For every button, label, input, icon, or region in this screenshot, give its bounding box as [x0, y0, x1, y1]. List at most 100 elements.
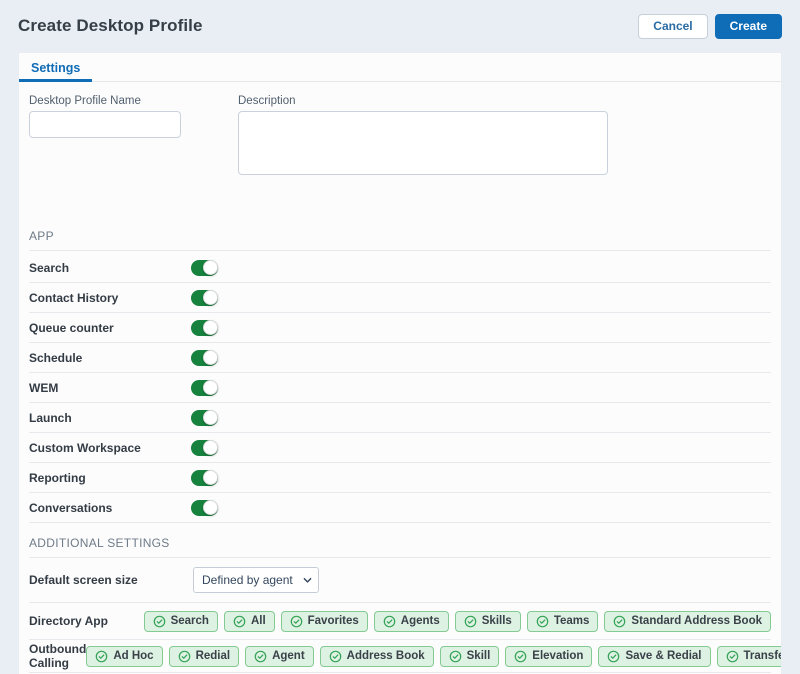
check-circle-icon	[254, 650, 267, 663]
check-circle-icon	[464, 615, 477, 628]
check-circle-icon	[613, 615, 626, 628]
chip-outbound-address-book[interactable]: Address Book	[320, 646, 434, 667]
app-toggle-list: Search Contact History Queue counter Sch…	[29, 253, 771, 523]
toggle-knob	[203, 290, 218, 305]
card-content: Desktop Profile Name Description APP Sea…	[19, 82, 781, 673]
directory-app-row: Directory App Search All Favorites Agent…	[29, 603, 771, 640]
toggle-knob	[203, 470, 218, 485]
chip-outbound-skill[interactable]: Skill	[440, 646, 500, 667]
chip-directory-standard-address-book[interactable]: Standard Address Book	[604, 611, 771, 632]
check-circle-icon	[178, 650, 191, 663]
chip-label: Ad Hoc	[113, 650, 153, 662]
toggle-row-label: Conversations	[29, 501, 191, 515]
desktop-profile-name-input[interactable]	[29, 111, 181, 138]
toggle-row-label: Contact History	[29, 291, 191, 305]
chip-directory-all[interactable]: All	[224, 611, 275, 632]
chip-directory-search[interactable]: Search	[144, 611, 218, 632]
chip-outbound-ad-hoc[interactable]: Ad Hoc	[86, 646, 162, 667]
toggle-switch-queue-counter[interactable]	[191, 320, 218, 336]
chip-outbound-transfer[interactable]: Transfer	[717, 646, 782, 667]
create-button[interactable]: Create	[715, 14, 782, 39]
check-circle-icon	[290, 615, 303, 628]
check-circle-icon	[153, 615, 166, 628]
toggle-row-launch: Launch	[29, 403, 771, 433]
chip-label: Address Book	[347, 650, 425, 662]
chip-label: Elevation	[532, 650, 583, 662]
chip-directory-skills[interactable]: Skills	[455, 611, 521, 632]
chip-directory-teams[interactable]: Teams	[527, 611, 599, 632]
check-circle-icon	[607, 650, 620, 663]
tab-settings[interactable]: Settings	[19, 55, 92, 81]
chip-label: Redial	[196, 650, 231, 662]
name-field-group: Desktop Profile Name	[29, 95, 181, 180]
toggle-knob	[203, 350, 218, 365]
chip-outbound-redial[interactable]: Redial	[169, 646, 240, 667]
description-field-group: Description	[238, 95, 608, 180]
default-screen-size-select[interactable]: Defined by agent	[193, 567, 319, 593]
toggle-row-label: Custom Workspace	[29, 441, 191, 455]
toggle-row-label: WEM	[29, 381, 191, 395]
toggle-row-custom-workspace: Custom Workspace	[29, 433, 771, 463]
toggle-row-queue-counter: Queue counter	[29, 313, 771, 343]
tab-bar: Settings	[19, 53, 781, 82]
description-field-label: Description	[238, 95, 608, 107]
toggle-switch-search[interactable]	[191, 260, 218, 276]
toggle-switch-schedule[interactable]	[191, 350, 218, 366]
section-title-additional-settings: ADDITIONAL SETTINGS	[29, 536, 771, 558]
cancel-button[interactable]: Cancel	[638, 14, 707, 39]
chip-label: Skills	[482, 615, 512, 627]
toggle-switch-custom-workspace[interactable]	[191, 440, 218, 456]
check-circle-icon	[536, 615, 549, 628]
page-title: Create Desktop Profile	[18, 16, 203, 36]
toggle-knob	[203, 500, 218, 515]
chip-directory-favorites[interactable]: Favorites	[281, 611, 368, 632]
check-circle-icon	[233, 615, 246, 628]
chip-outbound-elevation[interactable]: Elevation	[505, 646, 592, 667]
toggle-row-wem: WEM	[29, 373, 771, 403]
check-circle-icon	[95, 650, 108, 663]
directory-app-label: Directory App	[29, 614, 144, 628]
chip-label: Favorites	[308, 615, 359, 627]
section-title-app: APP	[29, 229, 771, 251]
toggle-row-conversations: Conversations	[29, 493, 771, 523]
chip-label: Save & Redial	[625, 650, 701, 662]
toggle-row-label: Search	[29, 261, 191, 275]
toggle-switch-wem[interactable]	[191, 380, 218, 396]
chip-label: Transfer	[744, 650, 782, 662]
header-actions: Cancel Create	[638, 14, 782, 39]
description-textarea[interactable]	[238, 111, 608, 175]
outbound-calling-chips: Ad Hoc Redial Agent Address Book Skill E…	[86, 646, 782, 667]
chip-label: Teams	[554, 615, 590, 627]
outbound-calling-row: Outbound Calling Ad Hoc Redial Agent Add…	[29, 640, 771, 673]
check-circle-icon	[383, 615, 396, 628]
toggle-switch-launch[interactable]	[191, 410, 218, 426]
default-screen-size-label: Default screen size	[29, 573, 193, 587]
chip-label: Search	[171, 615, 209, 627]
chip-label: Standard Address Book	[631, 615, 762, 627]
chip-label: Agents	[401, 615, 440, 627]
toggle-row-search: Search	[29, 253, 771, 283]
chip-outbound-agent[interactable]: Agent	[245, 646, 314, 667]
chip-label: All	[251, 615, 266, 627]
toggle-switch-conversations[interactable]	[191, 500, 218, 516]
name-field-label: Desktop Profile Name	[29, 95, 181, 107]
toggle-switch-contact-history[interactable]	[191, 290, 218, 306]
chip-directory-agents[interactable]: Agents	[374, 611, 449, 632]
directory-app-chips: Search All Favorites Agents Skills Teams…	[144, 611, 771, 632]
toggle-row-label: Launch	[29, 411, 191, 425]
toggle-row-label: Queue counter	[29, 321, 191, 335]
chip-label: Skill	[467, 650, 491, 662]
check-circle-icon	[329, 650, 342, 663]
settings-card: Settings Desktop Profile Name Descriptio…	[18, 52, 782, 674]
default-screen-size-row: Default screen size Defined by agent	[29, 558, 771, 603]
profile-form: Desktop Profile Name Description	[29, 82, 771, 180]
toggle-knob	[203, 410, 218, 425]
toggle-knob	[203, 380, 218, 395]
outbound-calling-label: Outbound Calling	[29, 642, 86, 670]
toggle-knob	[203, 440, 218, 455]
chip-outbound-save-and-redial[interactable]: Save & Redial	[598, 646, 710, 667]
toggle-row-label: Reporting	[29, 471, 191, 485]
toggle-switch-reporting[interactable]	[191, 470, 218, 486]
check-circle-icon	[449, 650, 462, 663]
default-screen-size-select-wrap: Defined by agent	[193, 567, 319, 593]
